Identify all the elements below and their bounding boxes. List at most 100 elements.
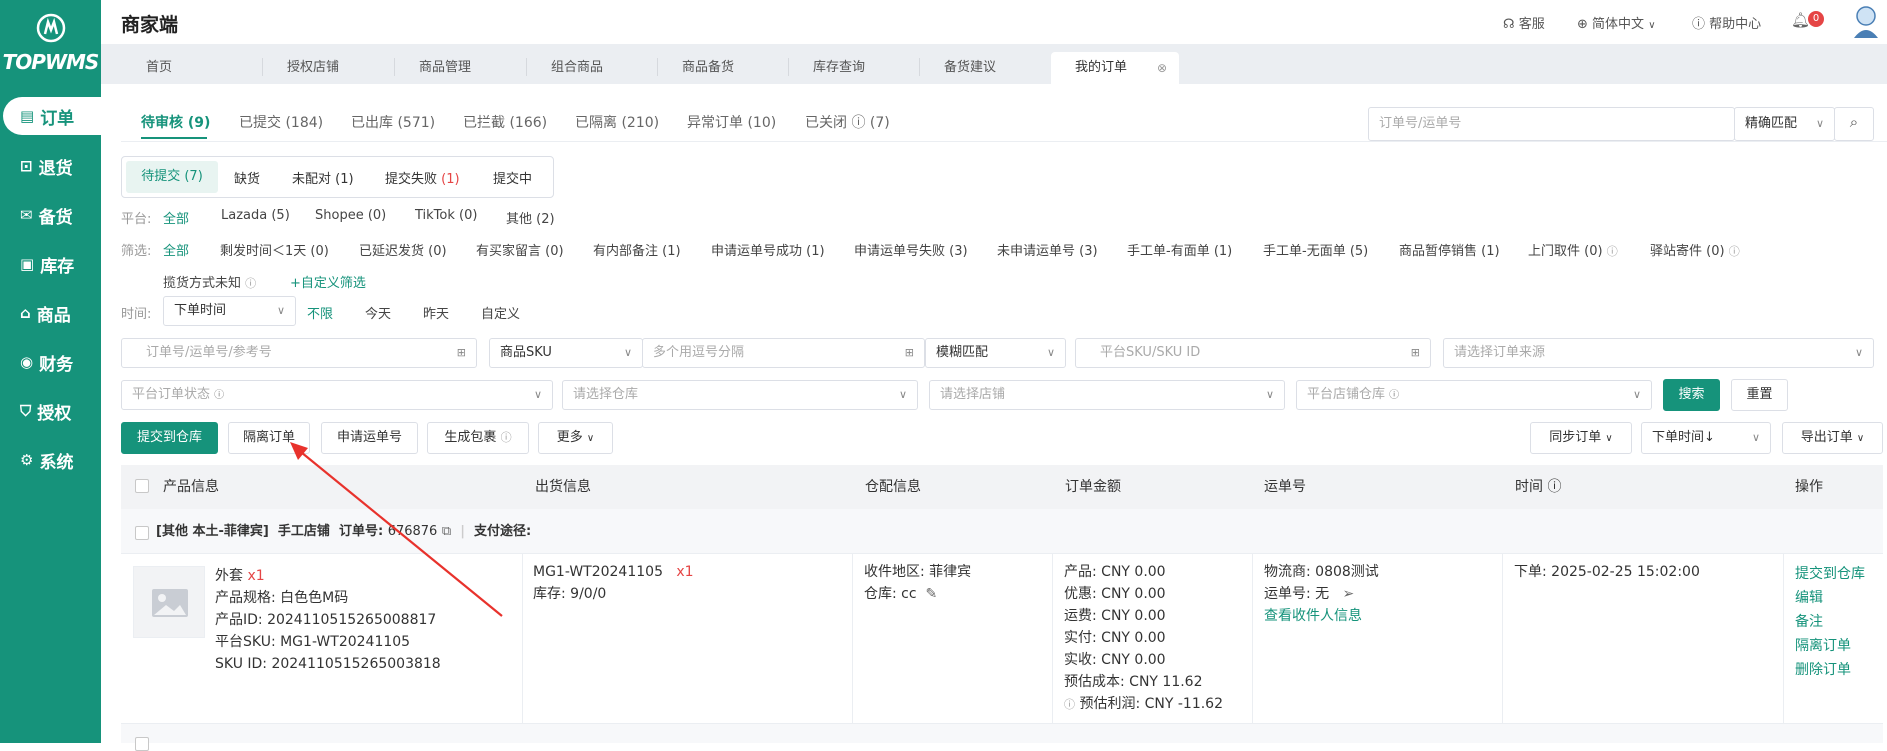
sidebar-item-system[interactable]: ⚙ 系统 [0, 441, 101, 479]
platform-status-select[interactable]: 平台订单状态 ⓘ ∨ [121, 380, 553, 410]
status-tab-pending[interactable]: 待审核 (9) [141, 112, 210, 132]
tab-my-orders[interactable]: 我的订单 ⊗ [1051, 52, 1179, 84]
sidebar-item-order[interactable]: ▤ 订单 [3, 97, 101, 135]
sidebar-item-return[interactable]: ⊡ 退货 [0, 147, 101, 185]
sidebar-item-inventory[interactable]: ▣ 库存 [0, 245, 101, 283]
edit-icon[interactable]: ✎ [925, 586, 937, 602]
op-edit-link[interactable]: 编辑 [1795, 587, 1823, 609]
sidebar-item-stock[interactable]: ✉ 备货 [0, 196, 101, 234]
time-yesterday[interactable]: 昨天 [423, 303, 449, 322]
search-icon[interactable]: ⌕ [1834, 107, 1874, 141]
amount-line: ⓘ 预估利润: CNY -11.62 [1064, 696, 1224, 712]
logo[interactable]: TOPWMS [0, 12, 101, 74]
sub-tab-submitting[interactable]: 提交中 [493, 168, 532, 187]
tab-goods[interactable]: 商品管理 [395, 52, 526, 84]
status-tab-abnormal[interactable]: 异常订单 (10) [687, 112, 776, 132]
fuzzy-match-select[interactable]: 模糊匹配 ∨ [925, 338, 1066, 368]
sync-order-button[interactable]: 同步订单 ∨ [1530, 422, 1632, 454]
time-custom[interactable]: 自定义 [481, 303, 520, 322]
screen-filter[interactable]: 未申请运单号 (3) [997, 240, 1098, 259]
screen-filter[interactable]: 申请运单号失败 (3) [854, 240, 968, 259]
sub-tab-to-submit[interactable]: 待提交 (7) [126, 161, 218, 193]
select-all-checkbox[interactable] [135, 479, 149, 493]
platform-other[interactable]: 其他 (2) [506, 208, 555, 227]
status-tab-shipped[interactable]: 已出库 (571) [351, 112, 435, 132]
more-button[interactable]: 更多 ∨ [538, 422, 613, 454]
platform-shopee[interactable]: Shopee (0) [315, 208, 386, 223]
platform-sku-input[interactable]: 平台SKU/SKU ID ⊞ [1075, 338, 1431, 368]
avatar[interactable] [1851, 4, 1881, 38]
time-any[interactable]: 不限 [307, 303, 333, 322]
screen-filter[interactable]: 已延迟发货 (0) [359, 240, 447, 259]
service-link[interactable]: ☊ 客服 [1503, 13, 1545, 32]
waybill-no: 运单号: 无 ➢ [1264, 586, 1355, 602]
tab-goods-stock[interactable]: 商品备货 [658, 52, 788, 84]
expand-icon[interactable]: ⊞ [905, 339, 914, 367]
screen-all[interactable]: 全部 [163, 240, 189, 259]
platform-all[interactable]: 全部 [163, 208, 189, 227]
screen-filter[interactable]: 手工单-有面单 (1) [1127, 240, 1232, 259]
screen-filter[interactable]: 驿站寄件 (0) ⓘ [1650, 240, 1740, 259]
sidebar-item-auth[interactable]: ⛉ 授权 [0, 392, 101, 430]
send-icon[interactable]: ➢ [1343, 586, 1355, 602]
match-select[interactable]: 精确匹配 ∨ [1734, 107, 1835, 141]
submit-to-warehouse-button[interactable]: 提交到仓库 [121, 422, 218, 454]
sidebar-item-goods[interactable]: ⌂ 商品 [0, 294, 101, 332]
op-submit-link[interactable]: 提交到仓库 [1795, 563, 1865, 585]
tab-home[interactable]: 首页 [122, 52, 262, 84]
tab-suggest[interactable]: 备货建议 [920, 52, 1051, 84]
amount-line: 运费: CNY 0.00 [1064, 608, 1166, 624]
finance-icon: ◉ [20, 353, 34, 371]
tab-inventory[interactable]: 库存查询 [789, 52, 919, 84]
status-tab-intercepted[interactable]: 已拦截 (166) [463, 112, 547, 132]
chevron-down-icon: ∨ [623, 346, 632, 359]
screen-filter[interactable]: 揽货方式未知 ⓘ [163, 272, 256, 291]
screen-filter[interactable]: 有买家留言 (0) [476, 240, 564, 259]
view-receiver-link[interactable]: 查看收件人信息 [1264, 605, 1362, 627]
export-order-button[interactable]: 导出订单 ∨ [1782, 422, 1883, 454]
expand-icon[interactable]: ⊞ [457, 339, 466, 367]
tab-combo[interactable]: 组合商品 [527, 52, 657, 84]
sidebar-item-finance[interactable]: ◉ 财务 [0, 343, 101, 381]
receiver-region: 收件地区: 菲律宾 [864, 564, 972, 580]
close-icon[interactable]: ⊗ [1157, 52, 1167, 84]
screen-filter[interactable]: 有内部备注 (1) [593, 240, 681, 259]
screen-filter[interactable]: 上门取件 (0) ⓘ [1528, 240, 1618, 259]
column-header: 操作 [1795, 479, 1823, 495]
platform-tiktok[interactable]: TikTok (0) [415, 208, 477, 223]
sub-tab-unpaired[interactable]: 未配对 (1) [292, 168, 354, 187]
help-link[interactable]: ⓘ 帮助中心 [1692, 13, 1761, 32]
screen-filter[interactable]: 剩发时间＜1天 (0) [220, 240, 329, 259]
order-checkbox[interactable] [135, 526, 149, 540]
store-select[interactable]: 请选择店铺 ∨ [929, 380, 1285, 410]
warehouse-select[interactable]: 请选择仓库 ∨ [562, 380, 918, 410]
order-source-select[interactable]: 请选择订单来源 ∨ [1443, 338, 1874, 368]
sub-tab-out-of-stock[interactable]: 缺货 [234, 168, 260, 187]
search-button[interactable]: 搜索 [1663, 379, 1720, 411]
status-tab-submitted[interactable]: 已提交 (184) [239, 112, 323, 132]
time-today[interactable]: 今天 [365, 303, 391, 322]
order-search-input[interactable]: 订单号/运单号/参考号 ⊞ [121, 338, 477, 368]
platform-lazada[interactable]: Lazada (5) [221, 208, 290, 223]
screen-filter[interactable]: 商品暂停销售 (1) [1399, 240, 1500, 259]
time-type-select[interactable]: 下单时间 ∨ [163, 296, 296, 326]
multi-search-input[interactable]: 多个用逗号分隔 ⊞ [642, 338, 925, 368]
tab-auth-store[interactable]: 授权店铺 [263, 52, 394, 84]
sub-tab-failed[interactable]: 提交失败 (1) [385, 168, 460, 187]
screen-filter[interactable]: 手工单-无面单 (5) [1263, 240, 1368, 259]
sort-select[interactable]: 下单时间↓ ∨ [1641, 422, 1771, 454]
op-note-link[interactable]: 备注 [1795, 611, 1823, 633]
sku-type-select[interactable]: 商品SKU ∨ [489, 338, 643, 368]
custom-filter-link[interactable]: +自定义筛选 [290, 272, 366, 291]
op-isolate-link[interactable]: 隔离订单 [1795, 635, 1851, 657]
top-search-input[interactable]: 订单号/运单号 [1368, 107, 1735, 141]
platform-warehouse-select[interactable]: 平台店铺仓库 ⓘ ∨ [1296, 380, 1652, 410]
op-delete-link[interactable]: 删除订单 [1795, 659, 1851, 681]
status-tab-isolated[interactable]: 已隔离 (210) [575, 112, 659, 132]
language-select[interactable]: ⊕ 简体中文 ∨ [1577, 13, 1656, 32]
status-tab-closed[interactable]: 已关闭 ⓘ (7) [805, 112, 890, 132]
expand-icon[interactable]: ⊞ [1411, 339, 1420, 367]
screen-filter[interactable]: 申请运单号成功 (1) [711, 240, 825, 259]
reset-button[interactable]: 重置 [1731, 379, 1788, 411]
order-checkbox[interactable] [135, 737, 149, 751]
